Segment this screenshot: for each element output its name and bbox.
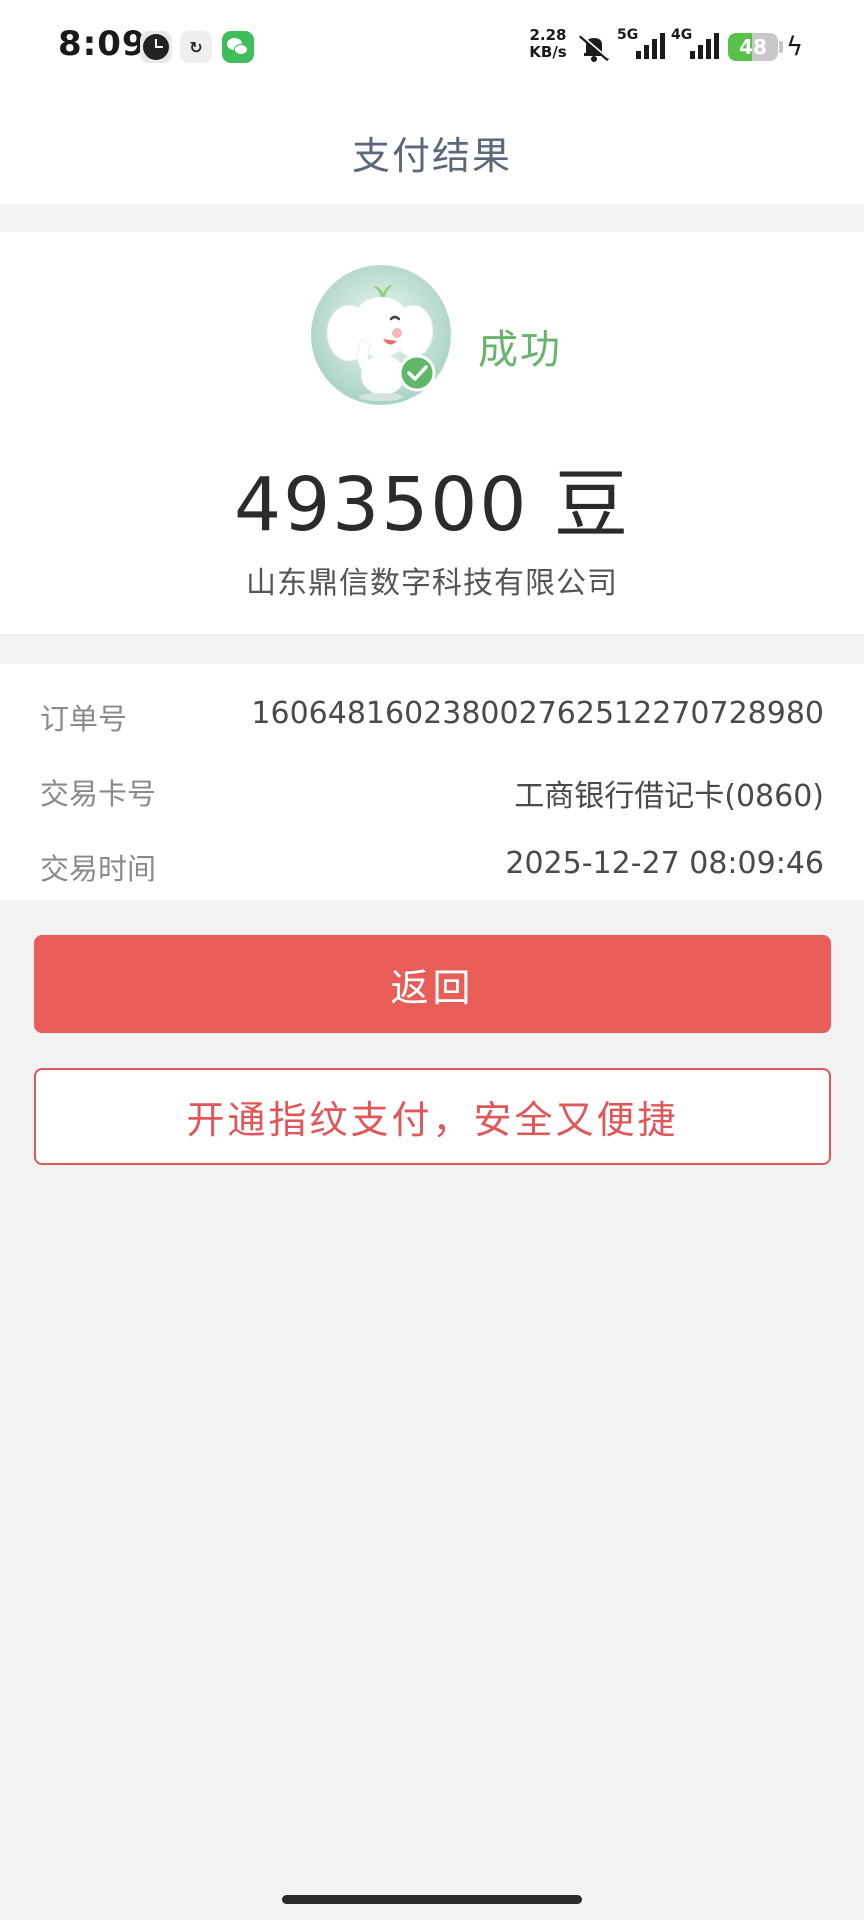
battery-cap	[779, 41, 783, 53]
order-number-value: 160648160238002762512270728980	[251, 696, 824, 731]
order-number-label: 订单号	[40, 702, 128, 736]
network-speed: 2.28 KB/s	[529, 26, 567, 61]
transaction-time-value: 2025-12-27 08:09:46	[505, 846, 824, 881]
payment-amount: 493500 豆	[233, 462, 630, 548]
elephant-mascot-success-icon	[311, 265, 451, 405]
signal-4g-icon: 4G	[671, 27, 721, 61]
status-time: 8:09	[58, 24, 147, 64]
payment-result-screen: 8:09 ↻ 2.28 KB/s 5G 4G 48 ϟ 支付结果 成功 4935…	[0, 0, 864, 1920]
transaction-details: 订单号 160648160238002762512270728980 交易卡号 …	[0, 664, 864, 900]
wechat-icon	[222, 31, 254, 63]
payment-status: 成功	[478, 327, 562, 373]
home-indicator[interactable]	[282, 1895, 582, 1904]
card-number-row: 交易卡号 工商银行借记卡(0860)	[40, 771, 824, 815]
transaction-time-label: 交易时间	[40, 852, 157, 886]
sync-app-icon: ↻	[180, 31, 212, 63]
battery-icon: 48	[728, 33, 778, 61]
result-card: 成功 493500 豆 山东鼎信数字科技有限公司	[0, 232, 864, 634]
back-button[interactable]: 返回	[34, 935, 831, 1033]
bell-muted-icon	[579, 33, 609, 62]
status-bar: 8:09 ↻ 2.28 KB/s 5G 4G 48 ϟ	[0, 0, 864, 96]
order-number-row: 订单号 160648160238002762512270728980	[40, 696, 824, 740]
transaction-time-row: 交易时间 2025-12-27 08:09:46	[40, 846, 824, 890]
page-title: 支付结果	[351, 134, 512, 178]
card-number-label: 交易卡号	[40, 777, 157, 811]
signal-5g-icon: 5G	[617, 27, 667, 61]
clock-app-icon	[140, 31, 172, 63]
title-bar: 支付结果	[0, 96, 864, 204]
merchant-name: 山东鼎信数字科技有限公司	[246, 566, 618, 601]
charging-bolt-icon: ϟ	[786, 32, 804, 62]
enable-fingerprint-pay-button[interactable]: 开通指纹支付，安全又便捷	[34, 1068, 831, 1165]
card-number-value: 工商银行借记卡(0860)	[514, 779, 824, 814]
